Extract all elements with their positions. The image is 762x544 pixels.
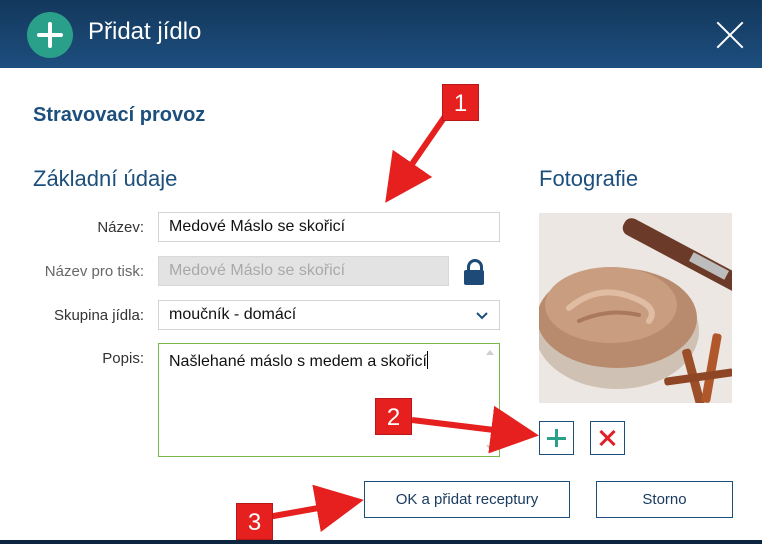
annotation-badge-3: 3 bbox=[236, 503, 273, 540]
arrow-3 bbox=[267, 484, 364, 532]
arrow-1 bbox=[385, 110, 451, 203]
annotation-badge-2: 2 bbox=[375, 398, 412, 435]
annotation-arrows bbox=[267, 110, 539, 532]
annotation-badge-1: 1 bbox=[442, 84, 479, 121]
window-bottom-border bbox=[0, 540, 762, 544]
arrow-2 bbox=[411, 405, 539, 454]
